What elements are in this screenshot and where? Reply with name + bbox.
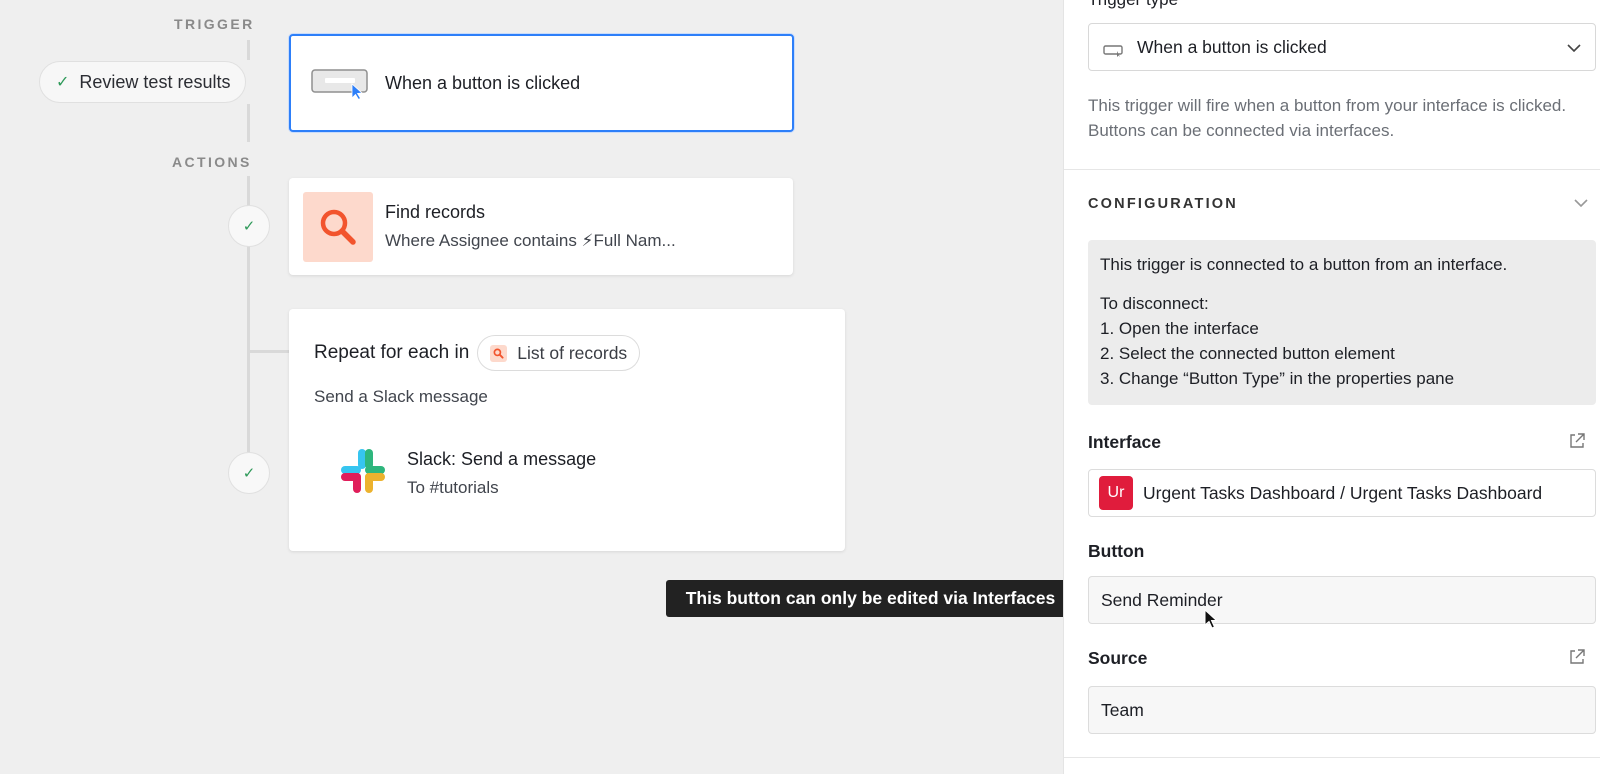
trigger-type-select[interactable]: When a button is clicked [1088, 23, 1596, 71]
interface-badge: Ur [1099, 476, 1133, 510]
connector-line [247, 40, 250, 60]
check-icon: ✓ [56, 74, 70, 91]
source-value: Team [1101, 699, 1144, 720]
review-test-results-button[interactable]: ✓ Review test results [39, 61, 247, 103]
repeat-prefix: Repeat for each in [314, 342, 470, 363]
find-records-title: Find records [385, 202, 486, 222]
button-label: Button [1088, 541, 1145, 561]
repeat-group-card[interactable]: Repeat for each in List of records Send … [289, 309, 845, 551]
list-of-records-chip[interactable]: List of records [477, 335, 641, 371]
slack-action[interactable]: Slack: Send a message To #tutorials [339, 447, 596, 500]
search-icon [303, 191, 373, 262]
button-click-icon [311, 66, 369, 101]
button-value: Send Reminder [1101, 589, 1223, 610]
find-records-card[interactable]: Find records Where Assignee contains ⚡Fu… [289, 178, 793, 275]
properties-panel: Trigger type When a button is clicked Th… [1063, 0, 1600, 774]
info-line: This trigger is connected to a button fr… [1100, 255, 1508, 274]
slack-action-channel: To #tutorials [407, 478, 499, 497]
divider [1064, 757, 1600, 758]
step-status-check: ✓ [228, 452, 270, 494]
chevron-down-icon[interactable] [1574, 194, 1588, 210]
slack-icon [339, 447, 387, 500]
button-field[interactable]: Send Reminder [1088, 576, 1596, 624]
trigger-section-label: TRIGGER [174, 16, 255, 32]
button-icon [1103, 41, 1123, 57]
trigger-card-title: When a button is clicked [385, 72, 581, 93]
connector-line [247, 350, 289, 353]
info-step: 2. Select the connected button element [1100, 344, 1395, 363]
info-step: 3. Change “Button Type” in the propertie… [1100, 369, 1455, 388]
connector-line [247, 104, 250, 142]
external-link-icon[interactable] [1568, 432, 1586, 455]
search-icon [490, 344, 508, 362]
trigger-card[interactable]: When a button is clicked [289, 34, 794, 132]
trigger-type-value: When a button is clicked [1137, 36, 1327, 57]
chip-label: List of records [517, 342, 628, 363]
find-records-condition: Where Assignee contains ⚡Full Nam... [385, 231, 676, 250]
automation-canvas: TRIGGER ACTIONS ✓ Review test results Wh… [0, 0, 1075, 774]
source-label: Source [1088, 648, 1148, 668]
interface-field[interactable]: Ur Urgent Tasks Dashboard / Urgent Tasks… [1088, 469, 1596, 517]
configuration-heading: CONFIGURATION [1088, 196, 1238, 212]
connection-info-box: This trigger is connected to a button fr… [1088, 240, 1596, 405]
interface-value: Urgent Tasks Dashboard / Urgent Tasks Da… [1143, 482, 1543, 503]
external-link-icon[interactable] [1568, 648, 1586, 671]
tooltip: This button can only be edited via Inter… [666, 580, 1075, 617]
interface-label: Interface [1088, 432, 1161, 452]
mouse-cursor-icon [1204, 608, 1218, 634]
info-disconnect-heading: To disconnect: [1100, 294, 1209, 313]
chevron-down-icon [1567, 39, 1581, 55]
slack-action-title: Slack: Send a message [407, 449, 597, 469]
trigger-description: This trigger will fire when a button fro… [1088, 96, 1567, 140]
info-step: 1. Open the interface [1100, 319, 1259, 338]
step-status-check: ✓ [228, 205, 270, 247]
divider [1064, 169, 1600, 170]
review-pill-label: Review test results [79, 71, 231, 92]
repeat-subtitle: Send a Slack message [314, 387, 488, 406]
actions-section-label: ACTIONS [172, 154, 252, 170]
source-field[interactable]: Team [1088, 686, 1596, 734]
trigger-type-label: Trigger type [1088, 0, 1178, 10]
